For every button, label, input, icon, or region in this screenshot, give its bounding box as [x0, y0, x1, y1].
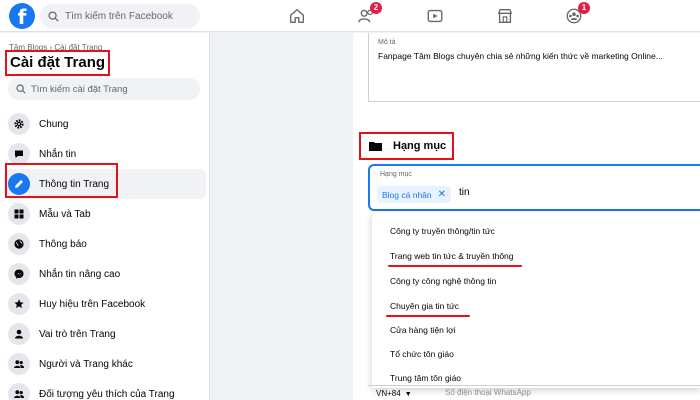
dropdown-option[interactable]: Chuyên gia tin tức: [390, 301, 459, 311]
marketplace-icon: [498, 9, 512, 23]
people-icon: [8, 383, 30, 400]
page-info-card: Mô tả Fanpage Tâm Blogs chuyên chia sẻ n…: [353, 33, 700, 400]
close-icon[interactable]: ✕: [438, 189, 446, 200]
dropdown-option[interactable]: Công ty truyền thông/tin tức: [390, 226, 495, 236]
nav-home[interactable]: [286, 5, 308, 27]
groups-badge: 1: [578, 2, 590, 14]
sidebar-item-label: Người và Trang khác: [39, 358, 133, 370]
sidebar-item-general[interactable]: Chung: [4, 109, 206, 139]
category-field[interactable]: Hạng mục Blog cá nhân ✕: [368, 164, 700, 211]
search-icon: [16, 84, 26, 94]
whatsapp-phone-input[interactable]: [445, 388, 645, 397]
nav-watch[interactable]: [424, 5, 446, 27]
settings-sidebar: Tâm Blogs › Cài đặt Trang Cài đặt Trang …: [0, 33, 210, 400]
country-code-select[interactable]: VN+84 ▼: [376, 389, 412, 398]
country-code-label: VN+84: [376, 389, 401, 398]
grid-icon: [8, 203, 30, 225]
page-title: Cài đặt Trang: [5, 50, 111, 76]
sidebar-item-page-roles[interactable]: Vai trò trên Trang: [4, 319, 206, 349]
dropdown-option[interactable]: Trang web tin tức & truyền thông: [390, 251, 514, 261]
category-chip[interactable]: Blog cá nhân ✕: [377, 186, 452, 203]
settings-menu: Chung Nhắn tin Thông tin Trang Mẫu và Ta…: [4, 109, 206, 400]
settings-search-box[interactable]: [8, 78, 200, 100]
red-underline: [386, 315, 470, 317]
sidebar-item-label: Chung: [39, 118, 69, 130]
dropdown-option[interactable]: Tổ chức tôn giáo: [390, 349, 454, 359]
friends-badge: 2: [370, 2, 382, 14]
star-icon: [8, 293, 30, 315]
dropdown-option[interactable]: Công ty công nghệ thông tin: [390, 276, 496, 286]
sidebar-item-people-pages[interactable]: Người và Trang khác: [4, 349, 206, 379]
person-icon: [8, 323, 30, 345]
description-field[interactable]: Mô tả Fanpage Tâm Blogs chuyên chia sẻ n…: [368, 33, 700, 102]
sidebar-item-templates-tabs[interactable]: Mẫu và Tab: [4, 199, 206, 229]
gear-icon: [8, 113, 30, 135]
watch-icon: [427, 9, 443, 23]
description-text: Fanpage Tâm Blogs chuyên chia sẻ những k…: [378, 51, 663, 61]
category-field-label: Hạng mục: [380, 171, 412, 178]
dropdown-option[interactable]: Cửa hàng tiện lợi: [390, 325, 456, 335]
people-icon: [8, 353, 30, 375]
dropdown-option[interactable]: Trung tâm tôn giáo: [390, 373, 461, 383]
category-dropdown: Công ty truyền thông/tin tức Trang web t…: [372, 212, 700, 388]
folder-icon: [369, 142, 382, 151]
category-section-header: Hạng mục: [359, 132, 455, 160]
sidebar-item-preferred-audience[interactable]: Đối tượng yêu thích của Trang: [4, 379, 206, 400]
sidebar-item-label: Nhắn tin nâng cao: [39, 268, 121, 280]
settings-search-input[interactable]: [31, 83, 191, 95]
nav-friends[interactable]: 2: [355, 2, 382, 27]
description-label: Mô tả: [378, 39, 396, 46]
category-chip-label: Blog cá nhân: [382, 189, 432, 200]
sidebar-item-label: Vai trò trên Trang: [39, 328, 116, 340]
messages-icon: [8, 143, 30, 165]
category-title: Hạng mục: [393, 140, 447, 152]
messenger-icon: [8, 263, 30, 285]
nav-groups[interactable]: 1: [563, 2, 590, 27]
nav-marketplace[interactable]: [494, 5, 516, 27]
top-navigation-bar: f 2 1: [0, 0, 700, 32]
caret-down-icon: ▼: [404, 391, 412, 398]
sidebar-item-notifications[interactable]: Thông báo: [4, 229, 206, 259]
category-input[interactable]: [459, 187, 519, 198]
sidebar-item-label: Huy hiệu trên Facebook: [39, 298, 146, 310]
facebook-logo-icon[interactable]: f: [9, 3, 35, 29]
sidebar-item-label: Đối tượng yêu thích của Trang: [39, 388, 175, 400]
facebook-search-box[interactable]: [40, 4, 200, 28]
sidebar-item-label: Nhắn tin: [39, 148, 77, 160]
red-underline: [388, 265, 522, 267]
sidebar-item-advanced-messaging[interactable]: Nhắn tin nâng cao: [4, 259, 206, 289]
sidebar-item-badges[interactable]: Huy hiệu trên Facebook: [4, 289, 206, 319]
main-content: Mô tả Fanpage Tâm Blogs chuyên chia sẻ n…: [211, 33, 700, 400]
facebook-search-input[interactable]: [65, 10, 195, 22]
sidebar-item-label: Thông báo: [39, 238, 87, 250]
highlight-box: [5, 163, 118, 198]
whatsapp-phone-row: VN+84 ▼: [368, 385, 700, 400]
sidebar-item-label: Mẫu và Tab: [39, 208, 91, 220]
home-icon: [290, 9, 304, 23]
search-icon: [48, 10, 59, 22]
globe-icon: [8, 233, 30, 255]
